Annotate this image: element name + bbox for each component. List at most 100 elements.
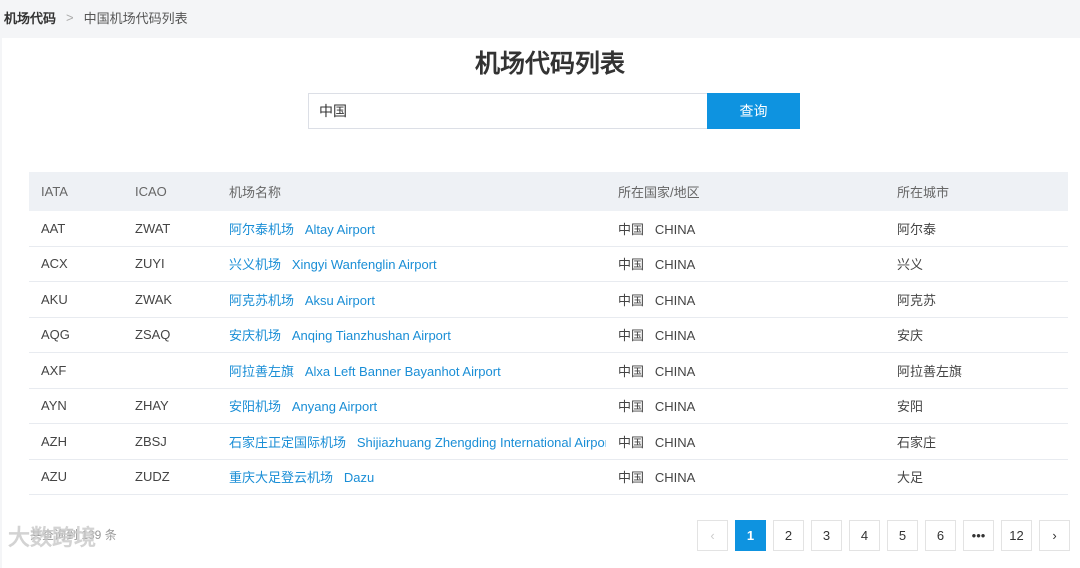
icao-cell: ZUDZ (123, 459, 217, 495)
next-page-button[interactable]: › (1039, 520, 1070, 551)
column-header: ICAO (123, 172, 217, 211)
airport-name-cn[interactable]: 石家庄正定国际机场 (229, 435, 346, 450)
table-row: AYN ZHAY 安阳机场 Anyang Airport 中国 CHINA 安阳 (29, 388, 1068, 424)
search-input[interactable] (308, 93, 707, 129)
country-cell: 中国 CHINA (606, 352, 885, 389)
page-button[interactable]: 5 (887, 520, 918, 551)
city-cell: 阿尔泰 (885, 211, 1068, 247)
icao-cell: ZHAY (123, 388, 217, 424)
iata-cell: AQG (29, 317, 123, 353)
airport-name-link[interactable]: 兴义机场 Xingyi Wanfenglin Airport (217, 246, 606, 282)
icao-cell: ZUYI (123, 246, 217, 282)
column-header: IATA (29, 172, 123, 211)
airport-name-cn[interactable]: 安阳机场 (229, 399, 281, 414)
page-button[interactable]: 12 (1001, 520, 1032, 551)
airport-name-en[interactable]: Anyang Airport (292, 399, 377, 414)
city-cell: 安庆 (885, 317, 1068, 353)
table-row: AXF 阿拉善左旗 Alxa Left Banner Bayanhot Airp… (29, 352, 1068, 389)
more-pages-button[interactable]: ••• (963, 520, 994, 551)
airport-name-cn[interactable]: 兴义机场 (229, 257, 281, 272)
table-row: AZH ZBSJ 石家庄正定国际机场 Shijiazhuang Zhengdin… (29, 423, 1068, 460)
icao-cell: ZBSJ (123, 423, 217, 460)
pagination: ‹ 1 2 3 4 5 6 ••• 12 › (697, 520, 1070, 551)
airport-name-link[interactable]: 安庆机场 Anqing Tianzhushan Airport (217, 317, 606, 353)
country-cell: 中国 CHINA (606, 388, 885, 424)
chevron-right-icon: > (66, 9, 74, 25)
airport-name-en[interactable]: Shijiazhuang Zhengding International Air… (357, 435, 606, 450)
city-cell: 兴义 (885, 246, 1068, 282)
country-en: CHINA (654, 399, 696, 415)
country-cn: 中国 (618, 470, 645, 486)
city-cell: 安阳 (885, 388, 1068, 424)
page-button[interactable]: 3 (811, 520, 842, 551)
airport-name-cn[interactable]: 安庆机场 (229, 328, 281, 343)
city-cell: 阿拉善左旗 (885, 352, 1068, 389)
country-cn: 中国 (618, 328, 645, 344)
country-cell: 中国 CHINA (606, 281, 885, 318)
table-row: ACX ZUYI 兴义机场 Xingyi Wanfenglin Airport … (29, 246, 1068, 282)
column-header: 所在国家/地区 (606, 172, 885, 211)
iata-cell: AXF (29, 352, 123, 389)
country-en: CHINA (654, 363, 696, 379)
table-row: AAT ZWAT 阿尔泰机场 Altay Airport 中国 CHINA 阿尔… (29, 211, 1068, 247)
airport-name-cn[interactable]: 阿克苏机场 (229, 293, 294, 308)
airport-name-en[interactable]: Xingyi Wanfenglin Airport (292, 257, 437, 272)
breadcrumb: 机场代码 > 中国机场代码列表 (0, 0, 1080, 34)
icao-cell: ZWAK (123, 281, 217, 318)
country-en: CHINA (654, 221, 696, 237)
column-header: 所在城市 (885, 172, 1068, 211)
country-en: CHINA (654, 434, 696, 450)
page-button[interactable]: 1 (735, 520, 766, 551)
search-button[interactable]: 查询 (707, 93, 800, 129)
page-button[interactable]: 4 (849, 520, 880, 551)
airport-name-en[interactable]: Alxa Left Banner Bayanhot Airport (305, 364, 501, 379)
country-cn: 中国 (618, 292, 645, 308)
airport-name-en[interactable]: Aksu Airport (305, 293, 375, 308)
page-title: 机场代码列表 (474, 50, 625, 78)
country-cell: 中国 CHINA (606, 211, 885, 247)
airport-name-en[interactable]: Anqing Tianzhushan Airport (292, 328, 451, 343)
airport-name-link[interactable]: 阿克苏机场 Aksu Airport (217, 281, 606, 318)
page-button[interactable]: 6 (925, 520, 956, 551)
watermark: 大数跨境 (8, 525, 97, 550)
country-en: CHINA (654, 328, 696, 344)
country-cn: 中国 (618, 399, 645, 415)
search-bar: 查询 (308, 93, 800, 129)
iata-cell: AZH (29, 423, 123, 460)
country-en: CHINA (654, 257, 696, 273)
country-cn: 中国 (618, 221, 645, 237)
table-row: AKU ZWAK 阿克苏机场 Aksu Airport 中国 CHINA 阿克苏 (29, 281, 1068, 318)
country-cell: 中国 CHINA (606, 317, 885, 353)
airport-name-en[interactable]: Dazu (344, 470, 374, 485)
city-cell: 大足 (885, 459, 1068, 495)
country-cn: 中国 (618, 363, 645, 379)
breadcrumb-root[interactable]: 机场代码 (4, 8, 56, 27)
airport-name-link[interactable]: 安阳机场 Anyang Airport (217, 388, 606, 424)
airport-name-cn[interactable]: 重庆大足登云机场 (229, 470, 333, 485)
iata-cell: AAT (29, 211, 123, 247)
country-cell: 中国 CHINA (606, 246, 885, 282)
iata-cell: AZU (29, 459, 123, 495)
icao-cell: ZSAQ (123, 317, 217, 353)
airport-name-cn[interactable]: 阿拉善左旗 (229, 364, 294, 379)
airport-name-link[interactable]: 重庆大足登云机场 Dazu (217, 459, 606, 495)
airport-name-cn[interactable]: 阿尔泰机场 (229, 222, 294, 237)
page-button[interactable]: 2 (773, 520, 804, 551)
iata-cell: AKU (29, 281, 123, 318)
city-cell: 石家庄 (885, 423, 1068, 460)
iata-cell: ACX (29, 246, 123, 282)
icao-cell (123, 352, 217, 389)
airport-name-link[interactable]: 阿尔泰机场 Altay Airport (217, 211, 606, 247)
prev-page-button[interactable]: ‹ (697, 520, 728, 551)
iata-cell: AYN (29, 388, 123, 424)
table-row: AZU ZUDZ 重庆大足登云机场 Dazu 中国 CHINA 大足 (29, 459, 1068, 495)
country-cell: 中国 CHINA (606, 459, 885, 495)
airport-name-link[interactable]: 石家庄正定国际机场 Shijiazhuang Zhengding Interna… (217, 423, 606, 460)
airport-table: IATA ICAO 机场名称 所在国家/地区 所在城市 AAT ZWAT 阿尔泰机场 A… (29, 172, 1068, 495)
table-row: AQG ZSAQ 安庆机场 Anqing Tianzhushan Airport… (29, 317, 1068, 353)
country-en: CHINA (654, 292, 696, 308)
country-en: CHINA (654, 470, 696, 486)
airport-name-en[interactable]: Altay Airport (305, 222, 375, 237)
airport-name-link[interactable]: 阿拉善左旗 Alxa Left Banner Bayanhot Airport (217, 352, 606, 389)
country-cn: 中国 (618, 257, 645, 273)
